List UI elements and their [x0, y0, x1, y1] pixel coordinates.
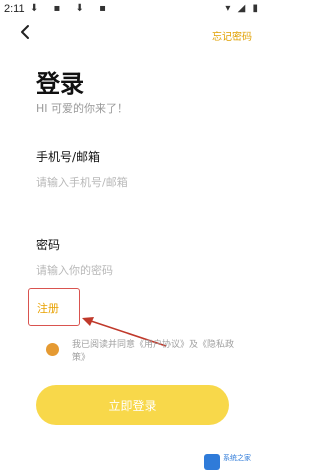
- watermark-badge-icon: [204, 454, 220, 470]
- password-label: 密码: [36, 238, 61, 252]
- consent-text: 我已阅读并同意《用户协议》及《隐私政策》: [72, 340, 235, 363]
- signal-battery-icons: ▾ ◢ ▮: [225, 3, 260, 14]
- watermark-text: 系统之家: [223, 454, 251, 462]
- forgot-password-link[interactable]: 忘记密码: [212, 28, 252, 43]
- consent-checkbox[interactable]: [46, 343, 59, 356]
- phone-email-input[interactable]: [36, 172, 236, 192]
- login-button[interactable]: 立即登录: [36, 385, 229, 425]
- page-title: 登录: [36, 70, 84, 98]
- back-button[interactable]: [16, 22, 36, 42]
- status-time: 2:11: [4, 3, 25, 15]
- consent-row: 我已阅读并同意《用户协议》及《隐私政策》: [46, 337, 246, 367]
- notification-icons: ⬇ ▪ ⬇ ▪: [30, 3, 112, 14]
- page-subtitle: HI 可爱的你来了！: [36, 102, 129, 115]
- watermark-logo: 系统之家: [204, 452, 260, 472]
- password-input[interactable]: [36, 260, 236, 280]
- phone-email-label: 手机号/邮箱: [36, 150, 101, 164]
- register-link-label: 注册: [37, 302, 59, 315]
- chevron-left-icon: [21, 25, 29, 39]
- status-bar: 2:11 ⬇ ▪ ⬇ ▪ ▾ ◢ ▮: [0, 0, 266, 20]
- register-link[interactable]: 注册: [28, 288, 80, 326]
